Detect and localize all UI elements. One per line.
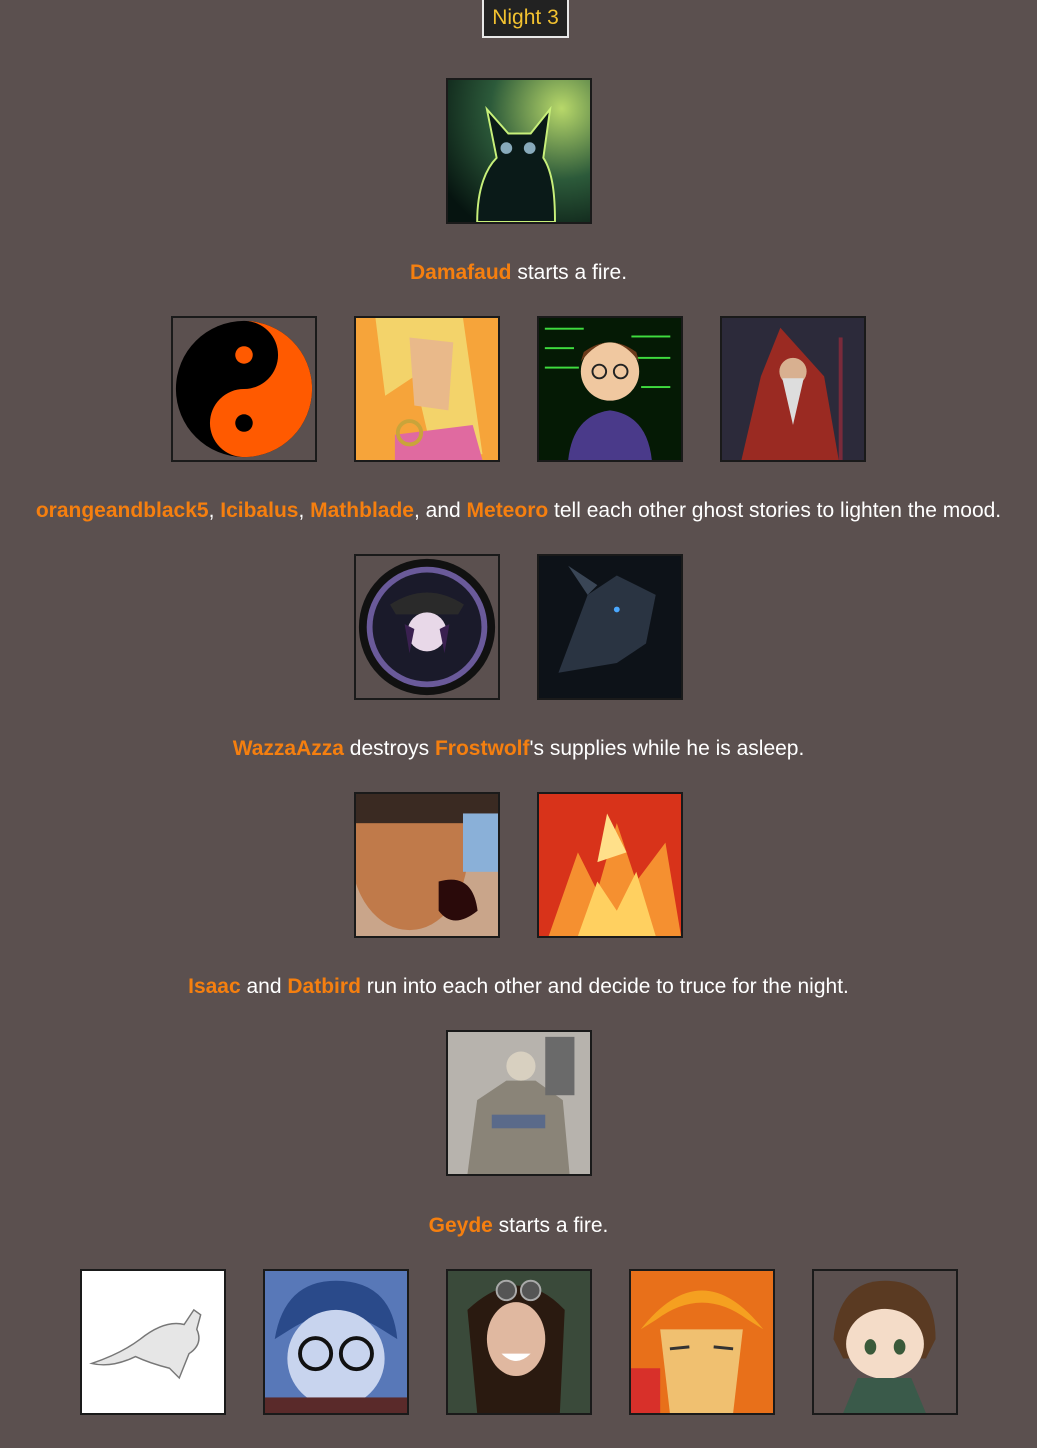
- player-name[interactable]: Meteoro: [467, 499, 549, 522]
- player-name[interactable]: orangeandblack5: [36, 499, 209, 522]
- avatar-row: [0, 316, 1037, 462]
- avatar-row: [0, 1030, 1037, 1176]
- avatar-row: [0, 78, 1037, 224]
- event-caption: Geyde starts a fire.: [428, 1214, 609, 1237]
- player-name[interactable]: Frostwolf: [435, 737, 530, 760]
- night-label: Night 3: [482, 0, 569, 38]
- cat-avatar: [445, 78, 592, 224]
- player-name[interactable]: Isaac: [188, 975, 241, 998]
- event-caption: WazzaAzza destroys Frostwolf's supplies …: [232, 737, 805, 760]
- wizard-avatar: [720, 316, 866, 462]
- dark-dragon-avatar: [537, 554, 683, 700]
- avatar-row: [0, 792, 1037, 938]
- event-caption: orangeandblack5, Icibalus, Mathblade, an…: [35, 499, 1002, 522]
- player-name[interactable]: Icibalus: [220, 499, 298, 522]
- shouting-face-avatar: [354, 792, 500, 938]
- player-name[interactable]: Geyde: [429, 1214, 493, 1237]
- kangaroo-sketch-avatar: [79, 1269, 226, 1415]
- glasses-boy-avatar: [262, 1269, 409, 1415]
- fire-bird-avatar: [537, 792, 683, 938]
- goggles-woman-avatar: [445, 1269, 592, 1415]
- blonde-anime-avatar: [354, 316, 500, 462]
- avatar-row: [0, 1269, 1037, 1415]
- programmer-avatar: [537, 316, 683, 462]
- orange-hat-avatar: [628, 1269, 775, 1415]
- event-caption: Damafaud starts a fire.: [409, 261, 628, 284]
- yin-yang-avatar: [171, 316, 317, 462]
- avatar-row: [0, 554, 1037, 700]
- event-caption: Isaac and Datbird run into each other an…: [188, 975, 849, 998]
- muscle-stand-avatar: [445, 1030, 592, 1176]
- player-name[interactable]: Damafaud: [410, 261, 512, 284]
- player-name[interactable]: Mathblade: [310, 499, 414, 522]
- player-name[interactable]: WazzaAzza: [233, 737, 344, 760]
- player-name[interactable]: Datbird: [287, 975, 361, 998]
- chibi-avatar: [811, 1269, 958, 1415]
- soldier-anime-avatar: [354, 554, 500, 700]
